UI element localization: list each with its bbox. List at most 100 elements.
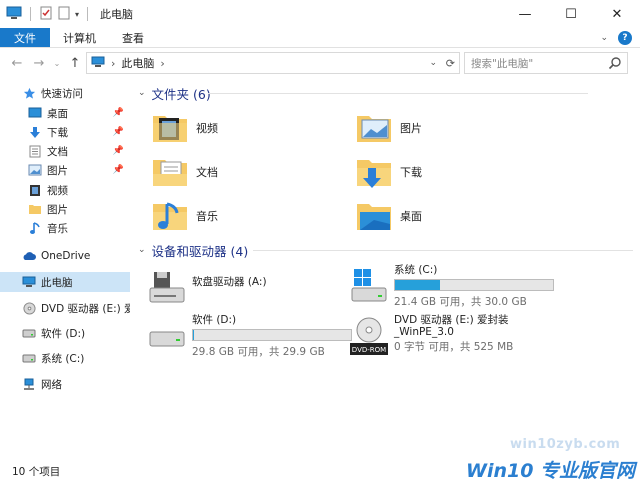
pin-icon[interactable]: 📌 bbox=[113, 165, 124, 175]
nav-documents[interactable]: 文档 📌 bbox=[0, 141, 130, 161]
folder-music[interactable]: 音乐 bbox=[150, 194, 350, 238]
nav-this-pc[interactable]: 此电脑 bbox=[0, 272, 130, 292]
address-separator: › bbox=[160, 56, 165, 70]
up-arrow-icon[interactable]: ↑ bbox=[64, 56, 86, 71]
nav-network[interactable]: 网络 bbox=[0, 374, 130, 394]
music-note-icon bbox=[28, 221, 42, 235]
folder-pictures[interactable]: 图片 bbox=[354, 106, 554, 150]
tab-file[interactable]: 文件 bbox=[0, 28, 50, 47]
chevron-down-icon[interactable]: ⌄ bbox=[138, 88, 146, 98]
drive-icon bbox=[22, 351, 36, 365]
tab-computer[interactable]: 计算机 bbox=[50, 28, 109, 47]
nav-drive-c[interactable]: 系统 (C:) bbox=[0, 348, 130, 368]
watermark-url: win10zyb.com bbox=[510, 437, 621, 452]
tab-view[interactable]: 查看 bbox=[109, 28, 157, 47]
folder-videos[interactable]: 视频 bbox=[150, 106, 350, 150]
ribbon-tabs: 文件 计算机 查看 ⌄ ? bbox=[0, 28, 640, 48]
dvd-disc-icon: DVD-ROM bbox=[350, 317, 388, 355]
nav-dvd-drive[interactable]: DVD 驱动器 (E:) 爱封 bbox=[0, 298, 130, 318]
computer-icon bbox=[22, 275, 36, 289]
nav-desktop[interactable]: 桌面 📌 bbox=[0, 103, 130, 123]
nav-videos[interactable]: 视频 bbox=[0, 180, 130, 200]
content-pane: ⌄ 文件夹 (6) 视频 图片 文档 下载 音乐 桌面 ⌄ 设备和驱动器 (4)… bbox=[134, 80, 640, 460]
picture-icon bbox=[28, 163, 42, 177]
drive-free-space: 29.8 GB 可用，共 29.9 GB bbox=[192, 346, 325, 358]
pin-icon[interactable]: 📌 bbox=[113, 127, 124, 137]
watermark-brand: Win10 专业版官网 bbox=[466, 460, 636, 482]
refresh-icon[interactable]: ⟳ bbox=[446, 57, 455, 70]
recent-locations-icon[interactable]: ⌄ bbox=[50, 59, 64, 68]
film-icon bbox=[28, 183, 42, 197]
address-bar[interactable]: › 此电脑 › ⌄ ⟳ bbox=[86, 52, 460, 74]
address-separator: › bbox=[111, 56, 116, 70]
computer-icon bbox=[6, 6, 22, 23]
videos-folder-icon bbox=[153, 116, 187, 142]
drive-e-dvd[interactable]: DVD-ROM DVD 驱动器 (E:) 爱封装 _WinPE_3.0 0 字节… bbox=[350, 314, 550, 358]
nav-drive-d[interactable]: 软件 (D:) bbox=[0, 323, 130, 343]
drive-floppy-a[interactable]: 软盘驱动器 (A:) bbox=[148, 266, 348, 310]
pin-icon[interactable]: 📌 bbox=[113, 108, 124, 118]
drive-free-space: 0 字节 可用，共 525 MB bbox=[394, 341, 514, 353]
chevron-down-icon[interactable]: ⌄ bbox=[429, 58, 437, 68]
address-row: ← → ⌄ ↑ › 此电脑 › ⌄ ⟳ 搜索"此电脑" bbox=[0, 49, 640, 77]
quick-access-toolbar: ▾ 此电脑 bbox=[0, 6, 133, 23]
group-header-folders[interactable]: ⌄ 文件夹 (6) bbox=[138, 83, 588, 103]
navigation-pane: 快速访问 桌面 📌 下载 📌 文档 📌 图片 📌 视频 图片 音乐 OneDri… bbox=[0, 80, 130, 460]
search-box[interactable]: 搜索"此电脑" bbox=[464, 52, 628, 74]
capacity-bar bbox=[394, 279, 554, 291]
nav-downloads[interactable]: 下载 📌 bbox=[0, 122, 130, 142]
close-button[interactable]: ✕ bbox=[594, 0, 640, 28]
title-bar: ▾ 此电脑 — ☐ ✕ bbox=[0, 0, 640, 28]
download-arrow-icon bbox=[28, 125, 42, 139]
drive-free-space: 21.4 GB 可用，共 30.0 GB bbox=[394, 296, 527, 308]
drive-name: DVD 驱动器 (E:) 爱封装 bbox=[394, 314, 509, 326]
desktop-folder-icon bbox=[357, 204, 391, 230]
drive-name-line2: _WinPE_3.0 bbox=[394, 326, 454, 338]
music-folder-icon bbox=[153, 202, 187, 230]
dvd-rom-badge: DVD-ROM bbox=[352, 346, 386, 354]
desktop-icon bbox=[28, 106, 42, 120]
customize-toolbar-icon[interactable]: ▾ bbox=[75, 10, 79, 19]
star-icon bbox=[22, 86, 36, 100]
maximize-button[interactable]: ☐ bbox=[548, 0, 594, 28]
drive-c[interactable]: 系统 (C:) 21.4 GB 可用，共 30.0 GB bbox=[350, 264, 554, 308]
new-folder-icon[interactable] bbox=[57, 6, 71, 23]
expand-ribbon-icon[interactable]: ⌄ bbox=[600, 33, 608, 43]
drive-name: 系统 (C:) bbox=[394, 264, 438, 276]
folder-desktop[interactable]: 桌面 bbox=[354, 194, 554, 238]
drive-icon bbox=[22, 326, 36, 340]
address-path[interactable]: 此电脑 bbox=[121, 55, 154, 71]
network-icon bbox=[22, 377, 36, 391]
forward-arrow-icon[interactable]: → bbox=[28, 56, 50, 71]
documents-folder-icon bbox=[153, 160, 187, 186]
status-item-count: 10 个项目 bbox=[12, 466, 61, 478]
nav-music[interactable]: 音乐 bbox=[0, 218, 130, 238]
nav-quick-access[interactable]: 快速访问 bbox=[0, 83, 130, 103]
folder-documents[interactable]: 文档 bbox=[150, 150, 350, 194]
document-icon bbox=[28, 144, 42, 158]
nav-pictures[interactable]: 图片 📌 bbox=[0, 160, 130, 180]
properties-icon[interactable] bbox=[39, 6, 53, 23]
floppy-drive-icon bbox=[149, 272, 185, 303]
nav-pictures-folder[interactable]: 图片 bbox=[0, 199, 130, 219]
folder-icon bbox=[28, 202, 42, 216]
capacity-bar-fill bbox=[395, 280, 441, 290]
drive-d[interactable]: 软件 (D:) 29.8 GB 可用，共 29.9 GB bbox=[148, 314, 352, 358]
pictures-folder-icon bbox=[357, 116, 391, 142]
cloud-icon bbox=[22, 249, 36, 263]
search-input[interactable]: 搜索"此电脑" bbox=[471, 56, 533, 71]
folder-downloads[interactable]: 下载 bbox=[354, 150, 554, 194]
back-arrow-icon[interactable]: ← bbox=[6, 56, 28, 71]
computer-icon bbox=[91, 56, 105, 71]
help-icon[interactable]: ? bbox=[618, 31, 632, 45]
nav-onedrive[interactable]: OneDrive bbox=[0, 246, 130, 266]
drive-icon bbox=[149, 331, 185, 347]
group-header-drives[interactable]: ⌄ 设备和驱动器 (4) bbox=[138, 240, 633, 260]
drive-name: 软盘驱动器 (A:) bbox=[192, 276, 267, 288]
search-icon[interactable] bbox=[608, 56, 622, 73]
minimize-button[interactable]: — bbox=[502, 0, 548, 28]
drive-name: 软件 (D:) bbox=[192, 314, 237, 326]
windows-drive-icon bbox=[351, 269, 387, 302]
pin-icon[interactable]: 📌 bbox=[113, 146, 124, 156]
chevron-down-icon[interactable]: ⌄ bbox=[138, 245, 146, 255]
